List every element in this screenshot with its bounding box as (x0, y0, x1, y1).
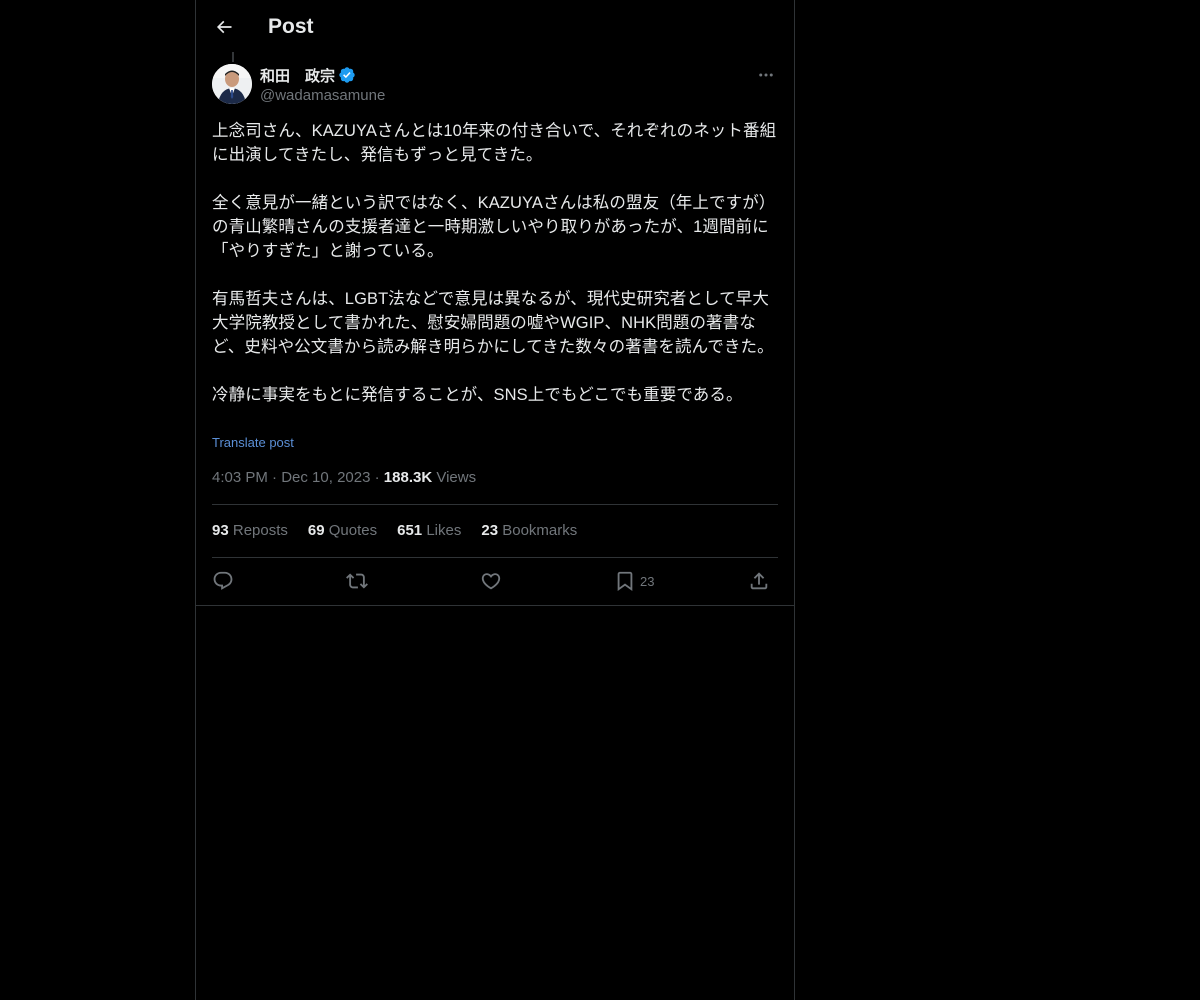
author-block: 和田 政宗 @wadamasamune (212, 64, 778, 108)
tweet-text: 上念司さん、KAZUYAさんとは10年来の付き合いで、それぞれのネット番組に出演… (212, 119, 778, 407)
tweet-date[interactable]: Dec 10, 2023 (281, 469, 370, 486)
engagement-stats: 93 Reposts 69 Quotes 651 Likes 23 Bookma… (212, 521, 597, 541)
post-column: Post 和田 政宗 @wadamasamune 上念司さん、KAZUYAさんと… (195, 0, 795, 1000)
back-button[interactable] (208, 11, 240, 43)
share-button[interactable] (748, 569, 770, 593)
share-icon (750, 572, 768, 590)
heart-icon (481, 573, 501, 590)
more-horizontal-icon (759, 73, 773, 77)
divider (212, 557, 778, 558)
views-label: Views (436, 469, 477, 486)
tweet-time[interactable]: 4:03 PM (212, 469, 268, 486)
translate-post-link[interactable]: Translate post (212, 433, 294, 453)
tweet-paragraph: 冷静に事実をもとに発信することが、SNS上でもどこでも重要である。 (212, 386, 743, 404)
reposts-label: Reposts (232, 522, 288, 539)
avatar-image (212, 64, 252, 104)
views-count: 188.3K (383, 469, 433, 486)
verified-badge-icon (338, 66, 356, 84)
bookmarks-stat[interactable]: 23 Bookmarks (481, 521, 577, 541)
quotes-stat[interactable]: 69 Quotes (308, 521, 377, 541)
divider (196, 605, 794, 606)
likes-stat[interactable]: 651 Likes (397, 521, 461, 541)
tweet-meta: 4:03 PM · Dec 10, 2023 · 188.3K Views (212, 468, 476, 488)
like-button[interactable] (480, 569, 502, 593)
author-name[interactable]: 和田 政宗 (260, 65, 335, 86)
likes-label: Likes (426, 522, 462, 539)
bookmarks-count: 23 (481, 522, 499, 539)
tweet-paragraph: 全く意見が一緒という訳ではなく、KAZUYAさんは私の盟友（年上ですが）の青山繁… (212, 194, 776, 260)
author-handle[interactable]: @wadamasamune (260, 86, 385, 106)
header-bar: Post (196, 0, 794, 54)
page-title: Post (268, 15, 314, 38)
bookmark-action-count: 23 (640, 573, 655, 589)
reposts-stat[interactable]: 93 Reposts (212, 521, 288, 541)
repost-icon (346, 573, 368, 589)
divider (212, 504, 778, 505)
more-options-button[interactable] (754, 64, 778, 86)
quotes-count: 69 (307, 522, 325, 539)
reply-icon (213, 571, 233, 590)
arrow-left-icon (216, 20, 232, 34)
meta-separator: · (374, 469, 380, 486)
bookmark-button[interactable]: 23 (614, 569, 654, 593)
likes-count: 651 (397, 522, 423, 539)
action-bar: 23 (212, 569, 778, 593)
meta-separator: · (272, 469, 278, 486)
tweet-paragraph: 上念司さん、KAZUYAさんとは10年来の付き合いで、それぞれのネット番組に出演… (212, 122, 777, 164)
avatar[interactable] (212, 64, 252, 104)
bookmarks-label: Bookmarks (502, 522, 578, 539)
repost-button[interactable] (346, 569, 368, 593)
tweet-paragraph: 有馬哲夫さんは、LGBT法などで意見は異なるが、現代史研究者として早大大学院教授… (212, 290, 774, 356)
reposts-count: 93 (212, 522, 229, 539)
bookmark-icon (617, 571, 633, 592)
quotes-label: Quotes (328, 522, 378, 539)
reply-button[interactable] (212, 569, 234, 593)
thread-connector-line (232, 52, 234, 62)
author-name-row[interactable]: 和田 政宗 (260, 65, 356, 85)
